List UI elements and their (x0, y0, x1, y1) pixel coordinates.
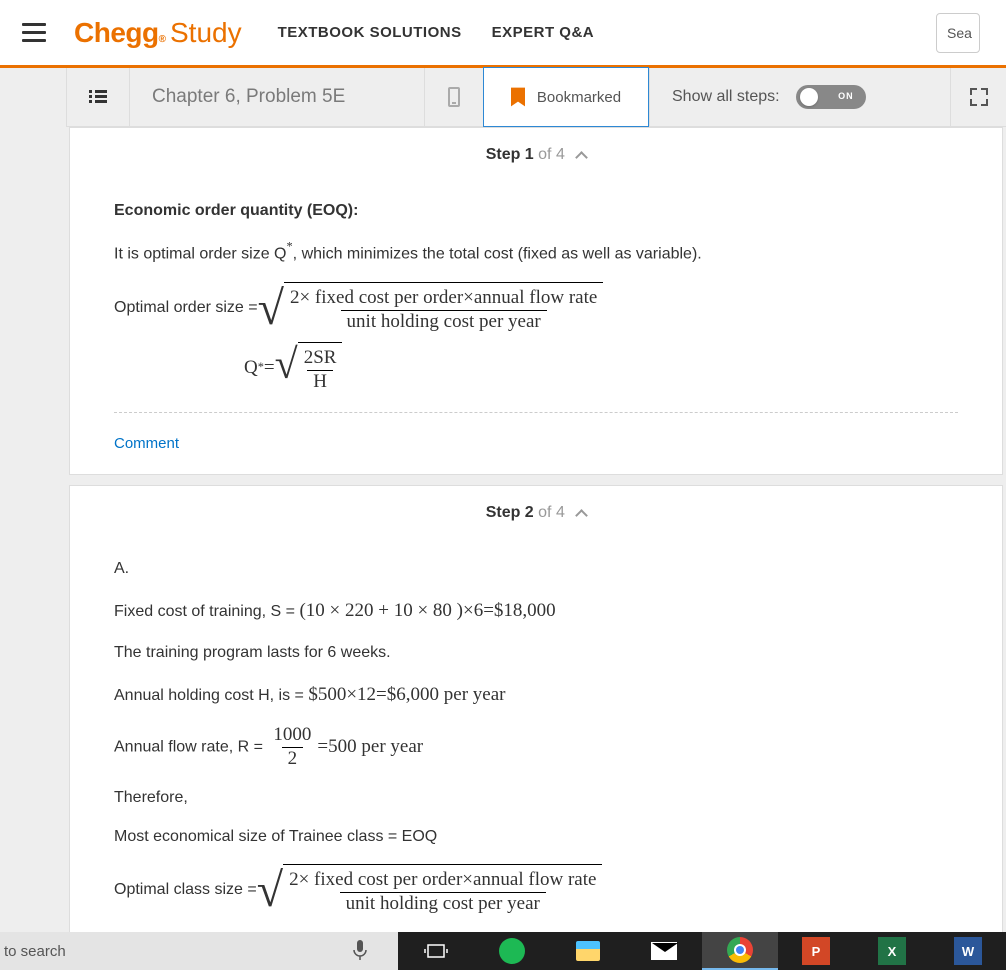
taskbar-search-text: to search (4, 943, 66, 960)
step2-header[interactable]: Step 2 of 4 (70, 486, 1002, 528)
explorer-button[interactable] (550, 932, 626, 970)
step2-therefore: Therefore, (114, 785, 958, 811)
excel-icon: X (878, 937, 906, 965)
step-card-1: Step 1 of 4 Economic order quantity (EOQ… (69, 127, 1003, 475)
step1-body: Economic order quantity (EOQ): It is opt… (70, 170, 1002, 474)
step1-of: of 4 (534, 146, 565, 163)
nav-expert-qa[interactable]: EXPERT Q&A (492, 24, 595, 41)
step2-A: A. (114, 556, 958, 582)
top-header: Chegg® Study TEXTBOOK SOLUTIONS EXPERT Q… (0, 0, 1006, 68)
logo-reg: ® (159, 34, 166, 45)
left-gutter (0, 68, 66, 970)
explorer-icon (576, 941, 600, 961)
step1-heading: Economic order quantity (EOQ): (114, 198, 958, 224)
taskbar-search[interactable]: to search (0, 943, 340, 960)
toc-button[interactable] (66, 68, 129, 126)
logo-light: Study (170, 17, 242, 49)
spotify-icon (499, 938, 525, 964)
step1-comment-row: Comment (114, 412, 958, 457)
steps-label: Show all steps: (672, 88, 780, 106)
powerpoint-button[interactable]: P (778, 932, 854, 970)
excel-button[interactable]: X (854, 932, 930, 970)
toggle-label: ON (838, 91, 854, 101)
show-all-steps: Show all steps: ON (650, 68, 950, 126)
step2-fixedcost: Fixed cost of training, S = (10 × 220 + … (114, 596, 958, 626)
windows-taskbar: to search P X W (0, 932, 1006, 970)
bookmark-button[interactable]: Bookmarked (483, 67, 649, 127)
mic-icon[interactable] (350, 938, 370, 964)
chapter-label: Chapter 6, Problem 5E (130, 68, 424, 126)
chrome-icon (727, 937, 753, 963)
word-icon: W (954, 937, 982, 965)
powerpoint-icon: P (802, 937, 830, 965)
word-button[interactable]: W (930, 932, 1006, 970)
spotify-button[interactable] (474, 932, 550, 970)
device-button[interactable] (425, 68, 483, 126)
step2-weeks: The training program lasts for 6 weeks. (114, 640, 958, 666)
step2-flow: Annual flow rate, R = 1000 2 =500 per ye… (114, 724, 958, 771)
expand-icon (970, 88, 988, 106)
search-input[interactable] (947, 25, 975, 41)
step2-holding: Annual holding cost H, is = $500×12=$6,0… (114, 680, 958, 710)
steps-toggle[interactable]: ON (796, 85, 866, 109)
step1-intro: It is optimal order size Q*, which minim… (114, 238, 958, 269)
step1-eq1: Optimal order size = √ 2× fixed cost per… (114, 282, 958, 334)
bookmark-label: Bookmarked (537, 89, 621, 106)
step2-of: of 4 (534, 504, 565, 521)
step1-header[interactable]: Step 1 of 4 (70, 128, 1002, 170)
taskview-icon (424, 941, 448, 961)
chegg-logo[interactable]: Chegg® Study (74, 17, 242, 49)
content-area: Step 1 of 4 Economic order quantity (EOQ… (66, 127, 1006, 970)
menu-icon[interactable] (22, 23, 46, 43)
step2-body: A. Fixed cost of training, S = (10 × 220… (70, 528, 1002, 933)
mail-icon (651, 942, 677, 960)
subheader: Chapter 6, Problem 5E Bookmarked Show al… (66, 68, 1006, 127)
chevron-up-icon (575, 509, 588, 522)
expand-button[interactable] (951, 68, 1006, 126)
nav-textbook-solutions[interactable]: TEXTBOOK SOLUTIONS (278, 24, 462, 41)
logo-bold: Chegg (74, 17, 159, 49)
step-card-2: Step 2 of 4 A. Fixed cost of training, S… (69, 485, 1003, 934)
step2-eoq-line: Most economical size of Trainee class = … (114, 824, 958, 850)
list-icon (89, 90, 107, 104)
taskview-button[interactable] (398, 932, 474, 970)
step2-eq: Optimal class size = √ 2× fixed cost per… (114, 864, 958, 916)
step1-eq2: Q*= √ 2SR H (244, 342, 958, 394)
step2-num: Step 2 (486, 504, 534, 521)
search-box[interactable] (936, 13, 980, 53)
chevron-up-icon (575, 151, 588, 164)
mail-button[interactable] (626, 932, 702, 970)
bookmark-icon (511, 87, 525, 107)
comment-link[interactable]: Comment (114, 435, 179, 452)
phone-icon (448, 87, 460, 107)
chrome-button[interactable] (702, 932, 778, 970)
step1-num: Step 1 (486, 146, 534, 163)
